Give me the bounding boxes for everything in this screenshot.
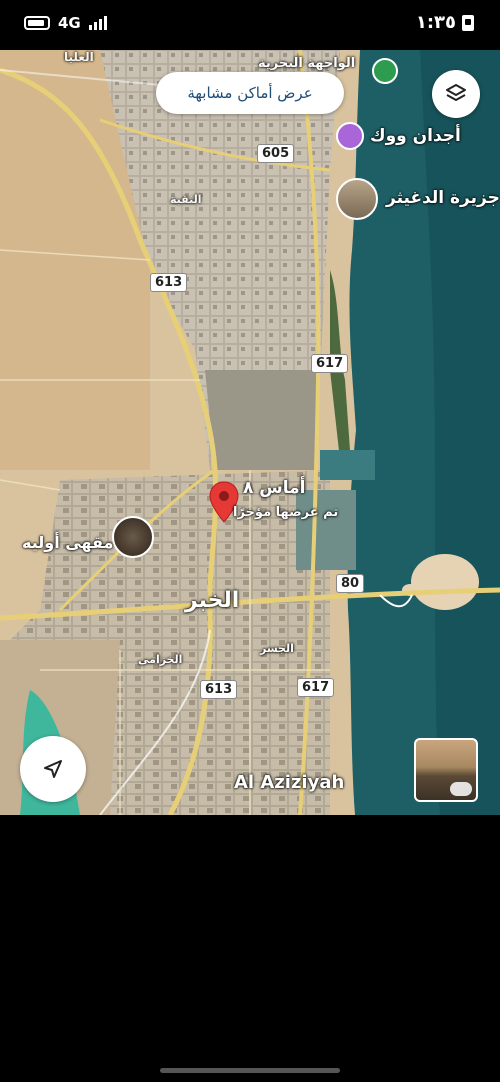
route-shield-605: 605 bbox=[257, 144, 295, 163]
clock: ١:٣٥ bbox=[415, 12, 456, 33]
layers-icon bbox=[446, 84, 466, 101]
district-label-jisr: الجسر bbox=[260, 642, 294, 655]
lock-icon bbox=[462, 14, 474, 31]
navigation-arrow-icon bbox=[44, 760, 62, 778]
district-label-olaya: العليا bbox=[64, 50, 94, 64]
poi-label-ajdan-walk[interactable]: أجدان ووك bbox=[370, 126, 461, 146]
status-bar: 4G ١:٣٥ bbox=[0, 0, 500, 50]
battery-icon bbox=[24, 16, 50, 30]
poi-photo-dughaither-island[interactable] bbox=[336, 178, 378, 220]
district-label-thuqbah: الثقبة bbox=[170, 193, 202, 206]
map-canvas bbox=[0, 50, 500, 815]
show-similar-places-button[interactable]: عرض أماكن مشابهة bbox=[156, 72, 344, 114]
route-shield-613-south: 613 bbox=[200, 680, 238, 699]
street-view-thumbnail[interactable] bbox=[414, 738, 478, 802]
district-label-aziziyah: Al Aziziyah bbox=[234, 772, 345, 793]
route-shield-613-north: 613 bbox=[150, 273, 188, 292]
district-label-waterfront: الواجهة البحرية bbox=[258, 56, 356, 71]
home-indicator[interactable] bbox=[160, 1068, 340, 1073]
poi-photo-oleya-cafe[interactable] bbox=[112, 516, 154, 558]
satellite-map[interactable]: العليا الواجهة البحرية الثقبة الخزامى ال… bbox=[0, 50, 500, 815]
district-label-khuzama: الخزامى bbox=[138, 653, 183, 666]
network-type: 4G bbox=[58, 14, 81, 32]
poi-label-oleya-cafe[interactable]: مقهى أوليه bbox=[22, 533, 113, 552]
poi-label-dughaither-island[interactable]: جزيرة الدغيثر bbox=[386, 188, 500, 208]
route-shield-617-south: 617 bbox=[297, 678, 335, 697]
status-right: ١:٣٥ bbox=[416, 12, 474, 33]
pin-label-amas8[interactable]: أماس ٨ bbox=[243, 478, 306, 498]
route-shield-617-north: 617 bbox=[311, 354, 349, 373]
rotate-360-icon bbox=[450, 782, 472, 796]
my-location-button[interactable] bbox=[20, 736, 86, 802]
layers-button[interactable] bbox=[432, 70, 480, 118]
signal-icon bbox=[88, 16, 107, 30]
pin-sublabel-recently-viewed: تم عرضها مؤخرًا bbox=[233, 505, 339, 520]
route-shield-80: 80 bbox=[336, 574, 365, 593]
city-label-khobar: الخبر bbox=[185, 588, 240, 613]
tree-icon[interactable] bbox=[372, 58, 398, 84]
status-left: 4G bbox=[24, 14, 107, 32]
camera-icon[interactable] bbox=[336, 122, 364, 150]
bottom-sheet-area bbox=[0, 815, 500, 1082]
